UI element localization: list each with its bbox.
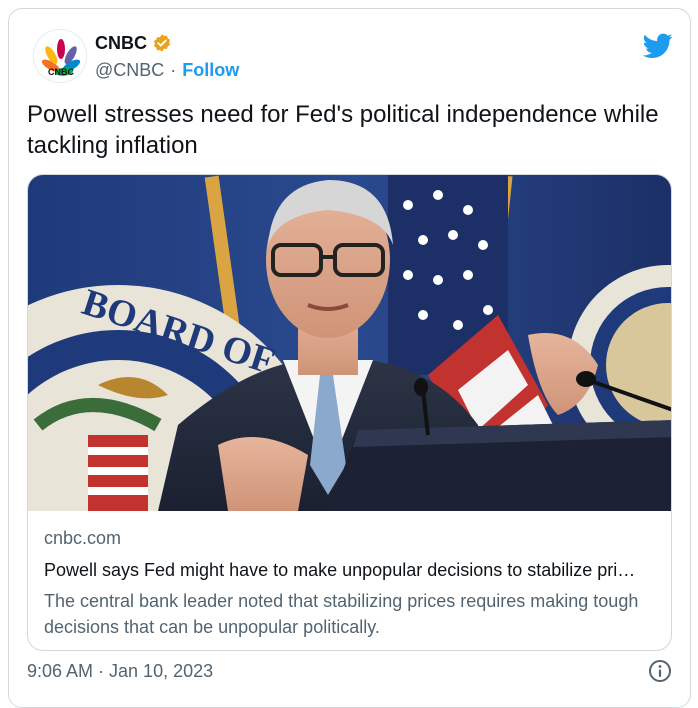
- card-image[interactable]: BOARD OF: [28, 175, 671, 511]
- account-names: CNBC @CNBC · Follow: [95, 31, 239, 83]
- cnbc-peacock-logo: CNBC: [41, 39, 81, 77]
- tweet-embed[interactable]: CNBC CNBC @CNBC · Follow Powell stresses…: [8, 8, 691, 708]
- follow-button[interactable]: Follow: [182, 60, 239, 81]
- card-domain[interactable]: cnbc.com: [44, 528, 659, 552]
- timestamp[interactable]: 9:06 AM · Jan 10, 2023: [27, 661, 213, 682]
- card-body: cnbc.com Powell says Fed might have to m…: [44, 528, 659, 640]
- info-icon[interactable]: [648, 659, 672, 683]
- verified-badge-icon: [152, 33, 172, 53]
- display-name[interactable]: CNBC: [95, 33, 147, 54]
- avatar[interactable]: CNBC: [33, 29, 87, 83]
- separator-dot: ·: [170, 59, 177, 80]
- tweet-footer: 9:06 AM · Jan 10, 2023: [27, 657, 672, 687]
- svg-text:CNBC: CNBC: [48, 67, 74, 77]
- twitter-bird-icon[interactable]: [642, 33, 673, 59]
- card-title[interactable]: Powell says Fed might have to make unpop…: [44, 560, 659, 584]
- tweet-header: CNBC CNBC @CNBC · Follow: [33, 29, 673, 91]
- link-card[interactable]: BOARD OF cnbc.com Powell says Fed might …: [27, 174, 672, 651]
- card-description: The central bank leader noted that stabi…: [44, 591, 639, 637]
- handle[interactable]: @CNBC: [95, 60, 164, 81]
- tweet-text: Powell stresses need for Fed's political…: [27, 101, 659, 159]
